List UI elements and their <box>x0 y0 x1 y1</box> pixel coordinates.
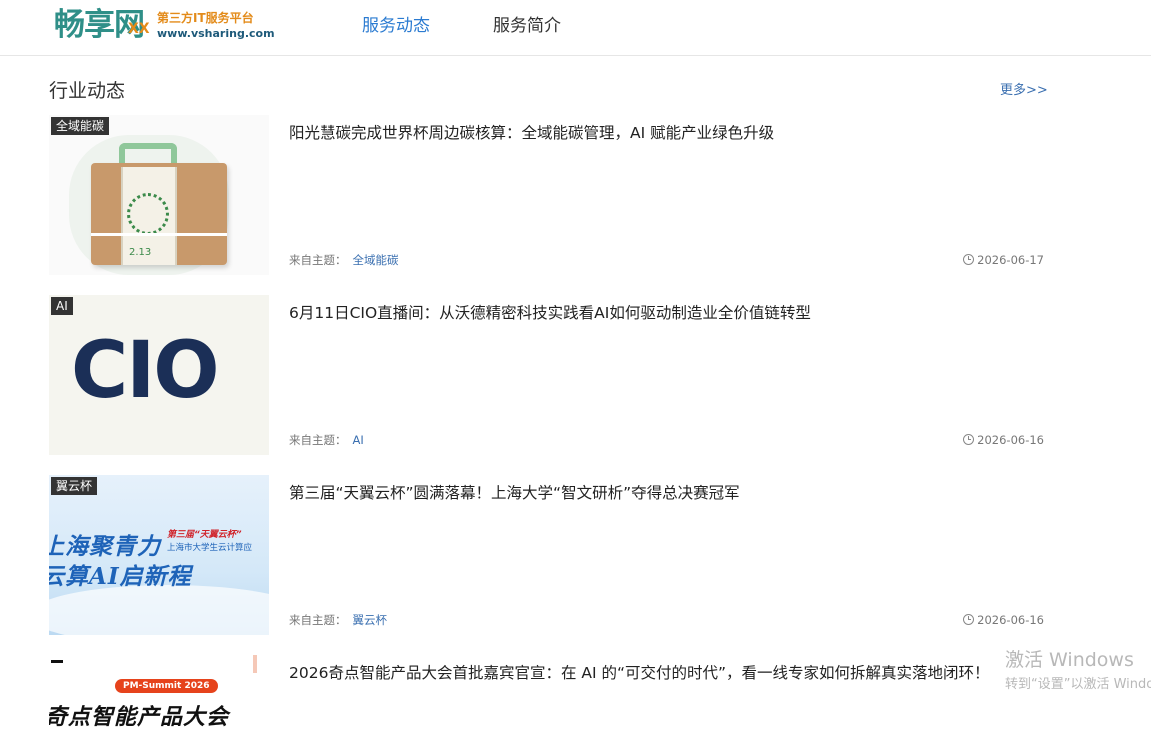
decorative-wave <box>49 585 269 635</box>
meta-prefix: 来自主题： <box>289 613 347 627</box>
date-text: 2026-06-16 <box>977 433 1044 447</box>
meta-prefix: 来自主题： <box>289 253 347 267</box>
top-header: 畅享网 XX 第三方IT服务平台 www.vsharing.com 服务动态 服… <box>0 0 1151 56</box>
article-title[interactable]: 6月11日CIO直播间：从沃德精密科技实践看AI如何驱动制造业全价值链转型 <box>289 302 811 324</box>
clock-icon <box>963 434 975 445</box>
topic-link[interactable]: AI <box>353 433 364 447</box>
decorative-stripe <box>253 655 257 673</box>
article-thumbnail[interactable]: PM-Summit 2026 奇点智能产品大会 <box>49 655 269 731</box>
banner-subtitle-2: 上海市大学生云计算应 <box>167 543 253 553</box>
article-thumbnail[interactable]: 2.13 全域能碳 <box>49 115 269 275</box>
article-item: 2.13 全域能碳 阳光慧碳完成世界杯周边碳核算：全域能碳管理，AI 赋能产业绿… <box>49 115 1044 275</box>
article-meta: 来自主题： AI <box>289 432 364 448</box>
banner-subtitle-1: 第三届“天翼云杯” <box>167 530 242 540</box>
date-text: 2026-06-16 <box>977 613 1044 627</box>
article-meta: 来自主题： 全域能碳 <box>289 252 399 268</box>
logo-tagline: 第三方IT服务平台 <box>157 11 254 25</box>
nav-service-intro[interactable]: 服务简介 <box>493 15 561 37</box>
article-date: 2026-06-16 <box>963 612 1044 628</box>
product-number: 2.13 <box>129 247 152 258</box>
article-thumbnail[interactable]: CIO AI <box>49 295 269 455</box>
article-title[interactable]: 2026奇点智能产品大会首批嘉宾官宣：在 AI 的“可交付的时代”，看一线专家如… <box>289 662 990 684</box>
date-text: 2026-06-17 <box>977 253 1044 267</box>
category-tag[interactable]: 全域能碳 <box>51 117 110 135</box>
article-item: 上海聚青力 云算AI启新程 第三届“天翼云杯” 上海市大学生云计算应 翼云杯 第… <box>49 475 1044 635</box>
article-title[interactable]: 第三届“天翼云杯”圆满落幕！上海大学“智文研析”夺得总决赛冠军 <box>289 482 740 504</box>
activation-watermark-hint: 转到“设置”以激活 Windows。 <box>1005 677 1151 692</box>
cio-logo-image: CIO <box>71 326 220 416</box>
category-tag[interactable]: 翼云杯 <box>51 477 98 495</box>
article-item: PM-Summit 2026 奇点智能产品大会 2026奇点智能产品大会首批嘉宾… <box>49 655 1044 731</box>
decorative-bar <box>51 660 63 663</box>
clock-icon <box>963 614 975 625</box>
article-thumbnail[interactable]: 上海聚青力 云算AI启新程 第三届“天翼云杯” 上海市大学生云计算应 翼云杯 <box>49 475 269 635</box>
logo-url: www.vsharing.com <box>157 27 275 40</box>
section-title: 行业动态 <box>49 80 126 102</box>
box-strip <box>91 233 227 236</box>
banner-headline-2: 云算AI启新程 <box>49 563 192 590</box>
nav-service-news[interactable]: 服务动态 <box>362 15 430 37</box>
more-link[interactable]: 更多>> <box>1000 82 1048 100</box>
site-logo[interactable]: 畅享网 XX 第三方IT服务平台 www.vsharing.com <box>54 7 275 47</box>
article-title[interactable]: 阳光慧碳完成世界杯周边碳核算：全域能碳管理，AI 赋能产业绿色升级 <box>289 122 774 144</box>
summit-badge: PM-Summit 2026 <box>115 679 218 693</box>
badge-ring <box>127 193 169 235</box>
clock-icon <box>963 254 975 265</box>
category-tag[interactable]: AI <box>51 297 73 315</box>
topic-link[interactable]: 翼云杯 <box>353 613 388 627</box>
article-item: CIO AI 6月11日CIO直播间：从沃德精密科技实践看AI如何驱动制造业全价… <box>49 295 1044 455</box>
topic-link[interactable]: 全域能碳 <box>353 253 399 267</box>
article-meta: 来自主题： 翼云杯 <box>289 612 387 628</box>
article-date: 2026-06-16 <box>963 432 1044 448</box>
meta-prefix: 来自主题： <box>289 433 347 447</box>
logo-mark: XX <box>128 21 150 37</box>
article-date: 2026-06-17 <box>963 252 1044 268</box>
activation-watermark-title: 激活 Windows <box>1005 649 1134 671</box>
summit-banner-image: 奇点智能产品大会 <box>49 705 230 730</box>
banner-headline-1: 上海聚青力 <box>49 533 161 560</box>
